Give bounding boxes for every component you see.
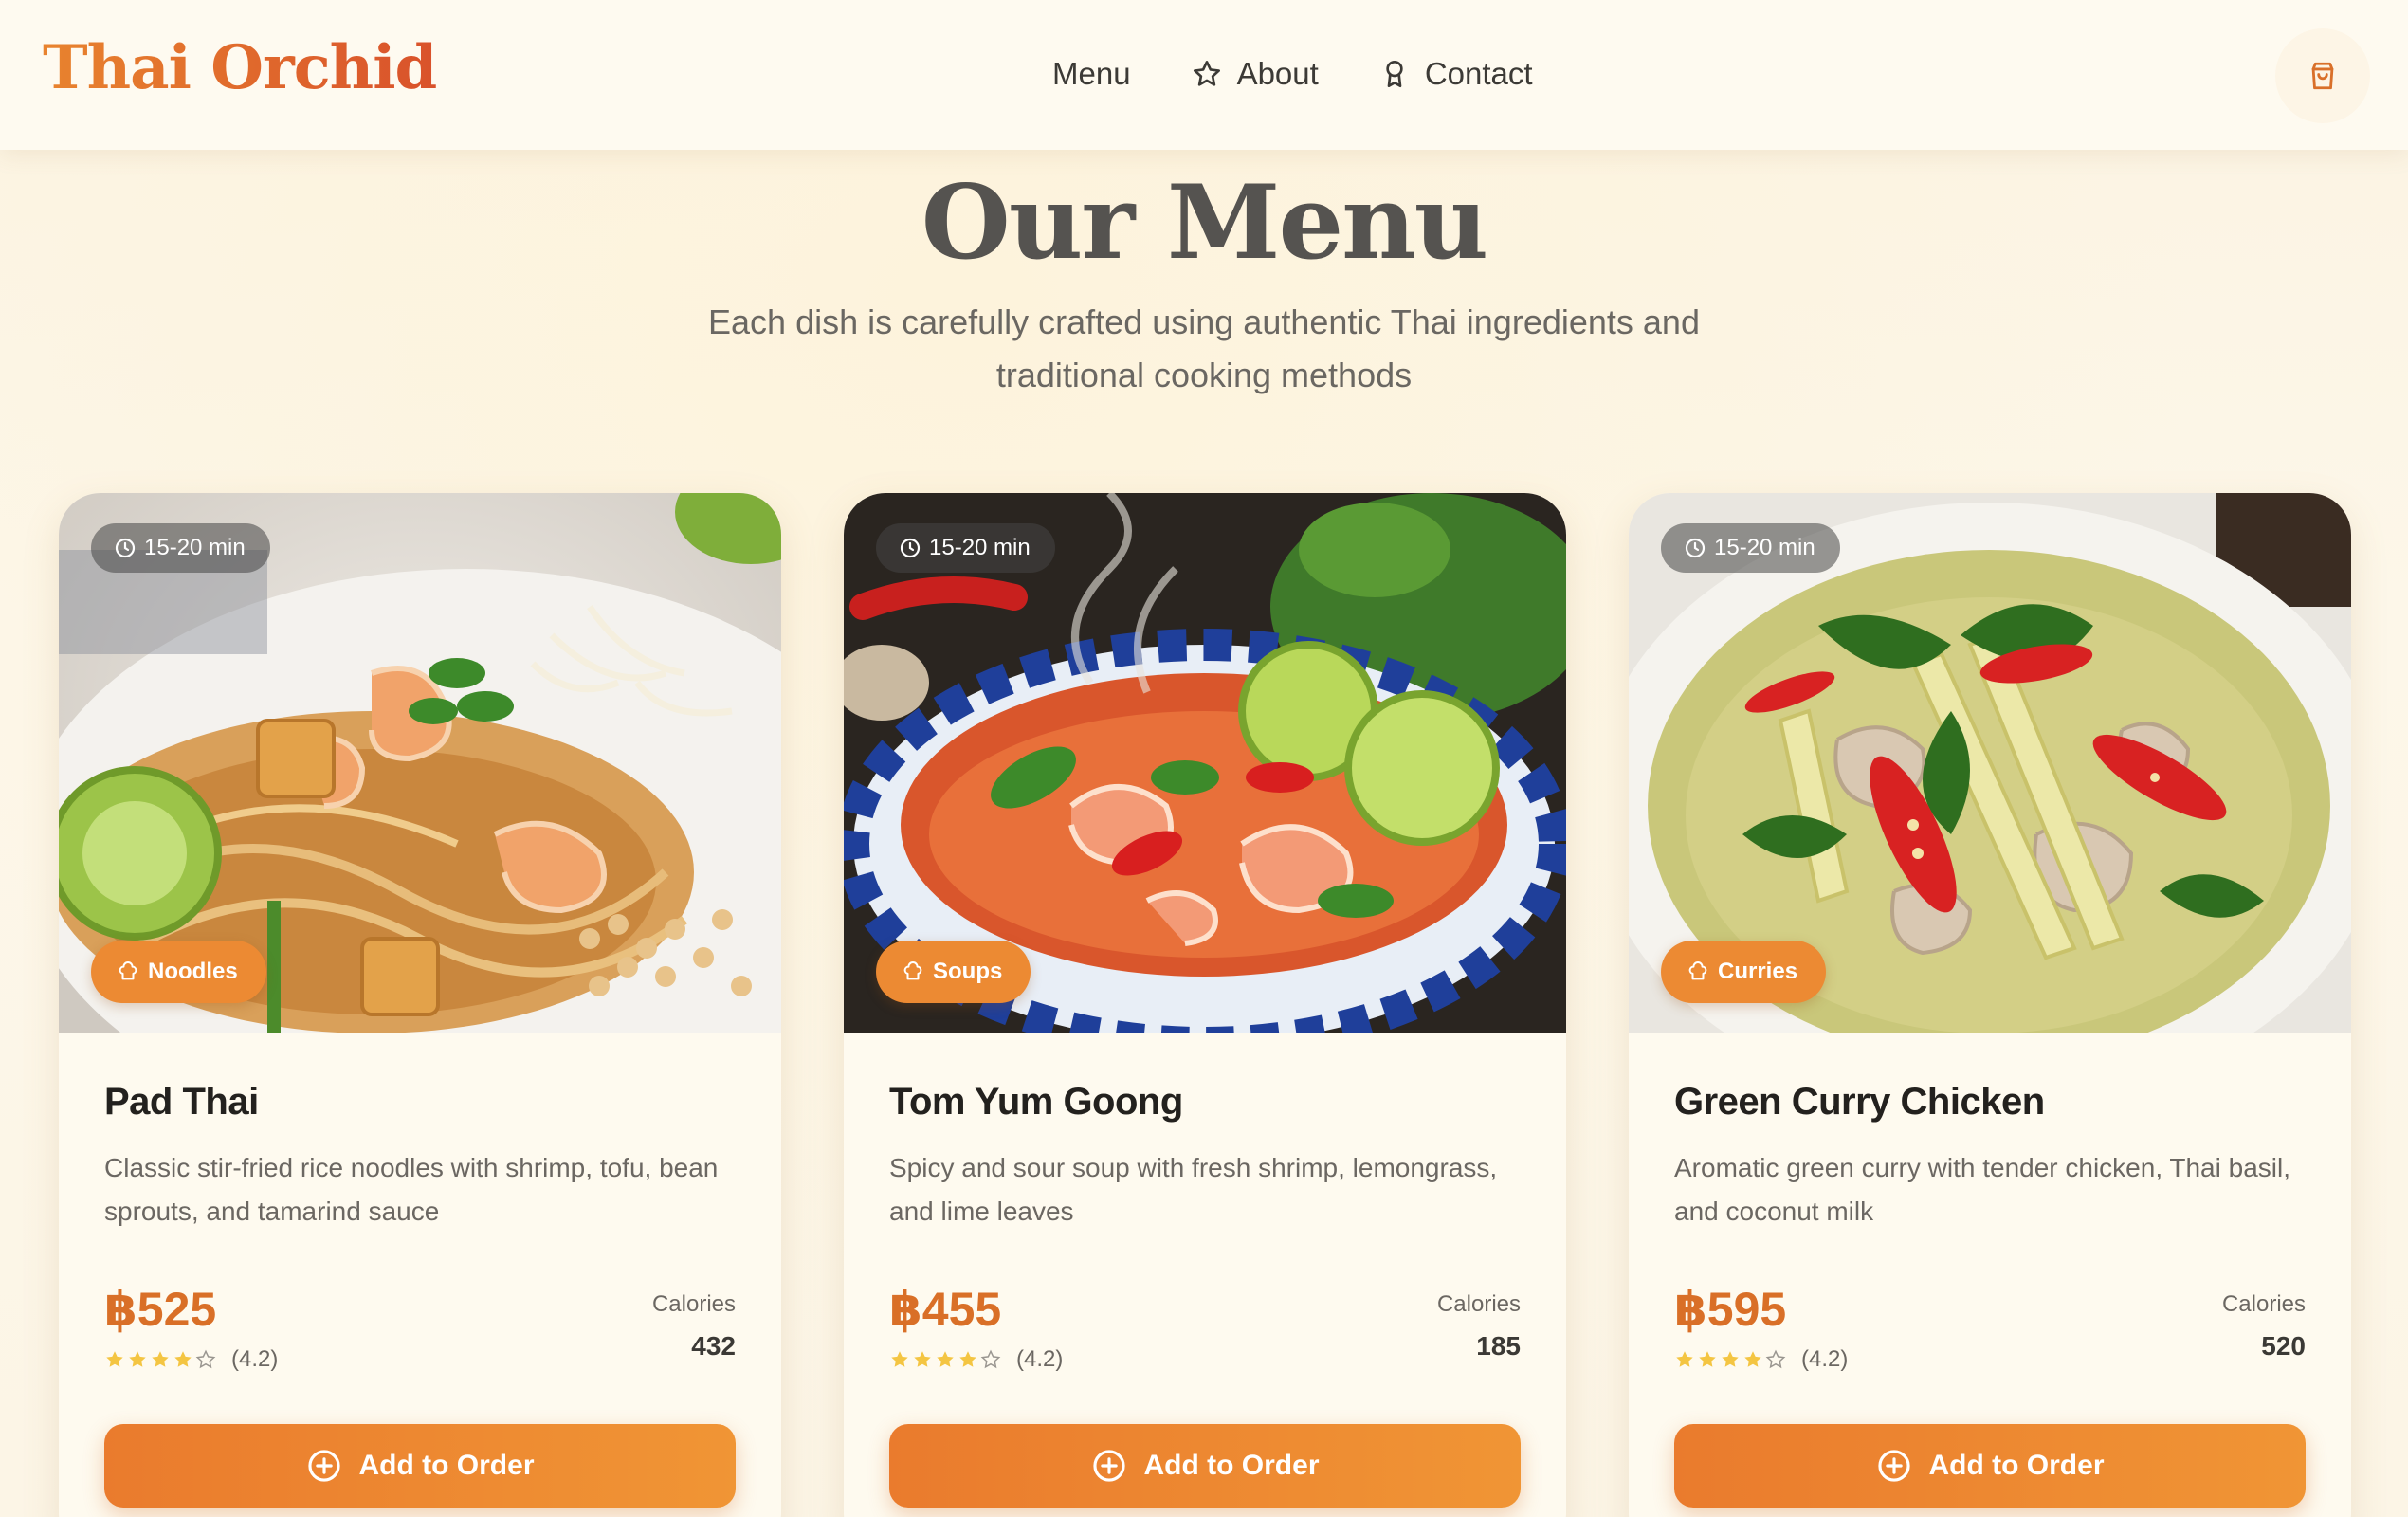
dish-description: Spicy and sour soup with fresh shrimp, l…	[889, 1153, 1498, 1226]
dish-price: ฿595	[1674, 1283, 1787, 1336]
category-badge: Noodles	[91, 941, 266, 1003]
subtitle-line: Each dish is carefully crafted using aut…	[708, 302, 1700, 341]
rating-text: (4.2)	[1801, 1346, 1849, 1372]
page-title: Our Menu	[921, 163, 1488, 283]
add-to-order-button[interactable]: Add to Order	[104, 1424, 736, 1508]
star-rating	[104, 1349, 216, 1370]
dish-image: 15-20 min Soups	[844, 493, 1566, 1033]
card-body: Tom Yum Goong Spicy and sour soup with f…	[889, 1081, 1521, 1234]
category-text: Soups	[933, 959, 1003, 984]
clock-icon	[1685, 538, 1706, 558]
main-nav: Menu About Contact	[1052, 46, 1533, 102]
page-subtitle: Each dish is carefully crafted using aut…	[654, 296, 1754, 402]
calories-value: 185	[1476, 1331, 1521, 1361]
dish-price: ฿455	[889, 1283, 1002, 1336]
star-icon	[1193, 60, 1220, 86]
prep-time-text: 15-20 min	[929, 535, 1031, 560]
dish-name: Pad Thai	[104, 1081, 259, 1123]
top-nav-bar: Thai Orchid Menu About Contact	[0, 0, 2408, 150]
chef-hat-icon	[903, 961, 922, 980]
add-to-order-label: Add to Order	[358, 1450, 535, 1481]
dish-description: Aromatic green curry with tender chicken…	[1674, 1153, 2290, 1226]
dish-name: Green Curry Chicken	[1674, 1081, 2045, 1123]
shopping-bag-icon	[2311, 62, 2334, 90]
prep-time-text: 15-20 min	[144, 535, 246, 560]
star-filled-icon	[891, 1351, 908, 1367]
add-to-order-button[interactable]: Add to Order	[1674, 1424, 2306, 1508]
dish-image: 15-20 min Noodles	[59, 493, 781, 1033]
plus-circle-icon	[1877, 1450, 1910, 1482]
add-to-order-label: Add to Order	[1928, 1450, 2105, 1481]
star-empty-icon	[980, 1349, 1001, 1369]
subtitle-line: traditional cooking methods	[995, 356, 1413, 394]
rating-text: (4.2)	[1016, 1346, 1064, 1372]
rating: (4.2)	[1674, 1346, 1848, 1373]
star-filled-icon	[1744, 1351, 1761, 1367]
nav-item-about[interactable]: About	[1192, 46, 1319, 102]
prep-time-badge: 15-20 min	[876, 523, 1055, 573]
calories-value: 520	[2261, 1331, 2306, 1361]
star-filled-icon	[959, 1351, 976, 1367]
rating: (4.2)	[889, 1346, 1063, 1373]
star-filled-icon	[937, 1351, 954, 1367]
star-rating	[889, 1349, 1001, 1370]
star-filled-icon	[152, 1351, 169, 1367]
category-text: Noodles	[148, 959, 238, 984]
star-filled-icon	[1722, 1351, 1739, 1367]
card-body: Pad Thai Classic stir-fried rice noodles…	[104, 1081, 736, 1234]
menu-card-pad-thai[interactable]: 15-20 min Noodles Pad Thai Classic stir-…	[59, 493, 781, 1517]
calories-label: Calories	[1436, 1291, 1521, 1317]
plus-circle-icon	[307, 1450, 340, 1482]
calories-value: 432	[691, 1331, 736, 1361]
add-to-order-label: Add to Order	[1143, 1450, 1320, 1481]
nav-item-label: Contact	[1424, 56, 1533, 91]
nav-item-label: Menu	[1052, 56, 1131, 91]
plus-circle-icon	[1092, 1450, 1125, 1482]
prep-time-badge: 15-20 min	[91, 523, 270, 573]
calories-label: Calories	[2221, 1291, 2306, 1317]
card-body: Green Curry Chicken Aromatic green curry…	[1674, 1081, 2306, 1234]
chef-hat-icon	[119, 961, 137, 980]
star-filled-icon	[129, 1351, 146, 1367]
prep-time-badge: 15-20 min	[1661, 523, 1840, 573]
star-empty-icon	[195, 1349, 216, 1369]
nav-item-menu[interactable]: Menu	[1052, 46, 1131, 102]
award-icon	[1386, 61, 1403, 87]
category-text: Curries	[1718, 959, 1798, 984]
star-filled-icon	[1699, 1351, 1716, 1367]
star-empty-icon	[1765, 1349, 1786, 1369]
clock-icon	[115, 538, 136, 558]
nav-item-contact[interactable]: Contact	[1379, 46, 1533, 102]
menu-card-green-curry-chicken[interactable]: 15-20 min Curries Green Curry Chicken Ar…	[1629, 493, 2351, 1517]
calories-label: Calories	[651, 1291, 736, 1317]
chef-hat-icon	[1688, 961, 1707, 980]
rating: (4.2)	[104, 1346, 278, 1373]
star-rating	[1674, 1349, 1786, 1370]
rating-text: (4.2)	[231, 1346, 279, 1372]
star-filled-icon	[1676, 1351, 1693, 1367]
star-filled-icon	[174, 1351, 192, 1367]
category-badge: Soups	[876, 941, 1031, 1003]
dish-price: ฿525	[104, 1283, 217, 1336]
nav-item-label: About	[1236, 56, 1319, 91]
prep-time-text: 15-20 min	[1714, 535, 1815, 560]
category-badge: Curries	[1661, 941, 1827, 1003]
brand-logo[interactable]: Thai Orchid	[43, 32, 437, 103]
dish-name: Tom Yum Goong	[889, 1081, 1183, 1123]
dish-description: Classic stir-fried rice noodles with shr…	[104, 1153, 719, 1226]
add-to-order-button[interactable]: Add to Order	[889, 1424, 1521, 1508]
clock-icon	[900, 538, 921, 558]
dish-image: 15-20 min Curries	[1629, 493, 2351, 1033]
star-filled-icon	[106, 1351, 123, 1367]
menu-card-tom-yum-goong[interactable]: 15-20 min Soups Tom Yum Goong Spicy and …	[844, 493, 1566, 1517]
cart-button[interactable]	[2275, 28, 2370, 123]
star-filled-icon	[914, 1351, 931, 1367]
